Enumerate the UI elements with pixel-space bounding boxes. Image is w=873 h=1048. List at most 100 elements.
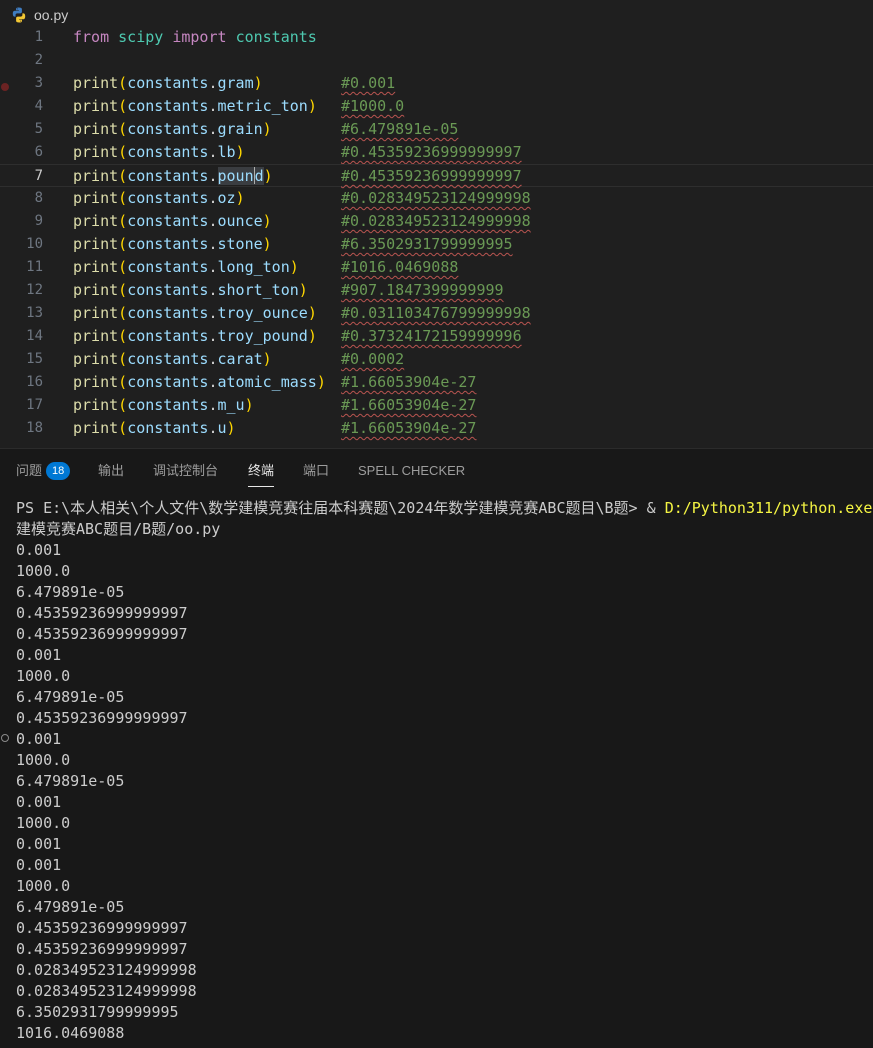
code-comment: #0.0002 <box>341 350 405 368</box>
object-constants: constants <box>127 258 209 276</box>
panel-tab-debug-console[interactable]: 调试控制台 <box>153 461 218 481</box>
editor-tab-oo-py[interactable]: oo.py <box>10 5 68 25</box>
code-line[interactable]: 16 print(constants.atomic_mass) #1.6605390… <box>0 371 873 394</box>
attribute-name: troy_ounce <box>217 304 308 322</box>
code-line[interactable]: 2 <box>0 49 873 72</box>
code-comment: #0.45359236999999997 <box>341 167 522 185</box>
open-paren: ( <box>118 167 128 185</box>
editor-tab-bar: oo.py <box>0 0 873 28</box>
text-cursor <box>253 167 255 184</box>
attribute-name: troy_pound <box>217 327 308 345</box>
open-paren: ( <box>118 74 128 92</box>
code-line[interactable]: 9 print(constants.ounce) #0.02834952312499… <box>0 210 873 233</box>
code-line[interactable]: 1 from scipy import constants <box>0 26 873 49</box>
line-number: 15 <box>26 351 43 367</box>
code-text: print(constants.ounce) <box>73 212 272 230</box>
panel-tab-bar: 问题 18 输出 调试控制台 终端 端口 SPELL CHECKER <box>0 449 873 489</box>
terminal-command-marker-icon[interactable] <box>1 734 9 742</box>
code-line[interactable]: 11 print(constants.long_ton) #1016.0469088 <box>0 256 873 279</box>
panel-tab-label: 输出 <box>98 463 125 478</box>
code-text: print(constants.grain) <box>73 120 272 138</box>
line-number: 5 <box>34 121 43 137</box>
vscode-window: oo.py 1 from scipy import constants 2 3 prin… <box>0 0 873 1048</box>
panel-tab-output[interactable]: 输出 <box>98 461 124 481</box>
code-text: print(constants.atomic_mass) <box>73 373 326 391</box>
terminal-output-line: 6.479891e-05 <box>16 772 125 790</box>
object-constants: constants <box>127 120 209 138</box>
panel-tab-label: 问题 <box>16 463 43 478</box>
line-number: 14 <box>26 328 43 344</box>
code-text: print(constants.troy_pound) <box>73 327 317 345</box>
code-line[interactable]: 4 print(constants.metric_ton) #1000.0 <box>0 95 873 118</box>
attribute-name: stone <box>217 235 263 253</box>
code-comment: #1000.0 <box>341 97 405 115</box>
attribute-name: short_ton <box>217 281 299 299</box>
panel-tab-label: 终端 <box>248 463 275 478</box>
code-comment: #0.37324172159999996 <box>341 327 522 345</box>
python-file-icon <box>12 7 26 23</box>
function-print: print <box>73 350 119 368</box>
close-paren: ) <box>263 167 273 185</box>
panel-tab-ports[interactable]: 端口 <box>303 461 329 481</box>
terminal-wrapped-line: 建模竞赛ABC题目/B题/oo.py <box>16 520 221 538</box>
code-line[interactable]: 10 print(constants.stone) #6.3502931799999… <box>0 233 873 256</box>
terminal-output-line: 0.001 <box>16 646 62 664</box>
code-line[interactable]: 14 print(constants.troy_pound) #0.37324172… <box>0 325 873 348</box>
code-text: print(constants.u) <box>73 419 236 437</box>
open-paren: ( <box>118 350 128 368</box>
panel-tab-label: 调试控制台 <box>153 463 219 478</box>
attribute-name: carat <box>217 350 263 368</box>
open-paren: ( <box>118 97 128 115</box>
line-number: 16 <box>26 374 43 390</box>
code-line[interactable]: 5 print(constants.grain) #6.479891e-05 <box>0 118 873 141</box>
terminal-output-line: 0.45359236999999997 <box>16 604 188 622</box>
terminal-prompt: PS E:\本人相关\个人文件\数学建模竞赛往届本科赛题\2024年数学建模竞赛… <box>16 499 665 517</box>
panel-tab-label: 端口 <box>303 463 330 478</box>
code-line[interactable]: 12 print(constants.short_ton) #907.1847399… <box>0 279 873 302</box>
open-paren: ( <box>118 396 128 414</box>
code-comment: #0.028349523124999998 <box>341 212 531 230</box>
code-text: print(constants.long_ton) <box>73 258 299 276</box>
code-line[interactable]: 15 print(constants.carat) #0.0002 <box>0 348 873 371</box>
code-line[interactable]: 18 print(constants.u) #1.66053904e-27 <box>0 417 873 440</box>
attribute-name: ounce <box>217 212 263 230</box>
terminal-output-line: 0.028349523124999998 <box>16 961 197 979</box>
close-paren: ) <box>262 350 272 368</box>
attribute-name: gram <box>217 74 254 92</box>
object-constants: constants <box>127 74 209 92</box>
panel-tab-terminal[interactable]: 终端 <box>248 461 275 487</box>
code-text: print(constants.stone) <box>73 235 272 253</box>
code-text: print(constants.troy_ounce) <box>73 304 317 322</box>
object-constants: constants <box>127 281 209 299</box>
code-line[interactable]: 8 print(constants.oz) #0.02834952312499999… <box>0 187 873 210</box>
attribute-name: lb <box>217 143 236 161</box>
terminal-output-line: 1000.0 <box>16 751 71 769</box>
terminal-output-line: 0.028349523124999998 <box>16 982 197 1000</box>
code-text: print(constants.metric_ton) <box>73 97 317 115</box>
attribute-name: metric_ton <box>217 97 308 115</box>
open-paren: ( <box>118 373 128 391</box>
close-paren: ) <box>262 212 272 230</box>
line-number: 8 <box>34 190 43 206</box>
object-constants: constants <box>127 373 209 391</box>
terminal-view[interactable]: PS E:\本人相关\个人文件\数学建模竞赛往届本科赛题\2024年数学建模竞赛… <box>0 489 873 1048</box>
code-line[interactable]: 13 print(constants.troy_ounce) #0.03110347… <box>0 302 873 325</box>
panel-tab-spell-checker[interactable]: SPELL CHECKER <box>358 461 465 481</box>
close-paren: ) <box>307 304 317 322</box>
close-paren: ) <box>262 120 272 138</box>
attribute-name: atomic_mass <box>217 373 317 391</box>
terminal-output-line: 6.479891e-05 <box>16 688 125 706</box>
code-editor[interactable]: 1 from scipy import constants 2 3 print(cons… <box>0 26 873 448</box>
code-comment: #0.028349523124999998 <box>341 189 531 207</box>
code-line[interactable]: 6 print(constants.lb) #0.45359236999999997 <box>0 141 873 164</box>
object-constants: constants <box>127 419 209 437</box>
code-line[interactable]: 7 print(constants.pound) #0.45359236999999… <box>0 164 873 187</box>
imported-name: constants <box>235 28 317 46</box>
code-line[interactable]: 17 print(constants.m_u) #1.66053904e-27 <box>0 394 873 417</box>
code-line[interactable]: 3 print(constants.gram) #0.001 <box>0 72 873 95</box>
code-text: print(constants.pound) <box>73 167 273 185</box>
panel-tab-problems[interactable]: 问题 18 <box>16 461 71 481</box>
function-print: print <box>73 120 119 138</box>
function-print: print <box>73 167 119 185</box>
function-print: print <box>73 97 119 115</box>
